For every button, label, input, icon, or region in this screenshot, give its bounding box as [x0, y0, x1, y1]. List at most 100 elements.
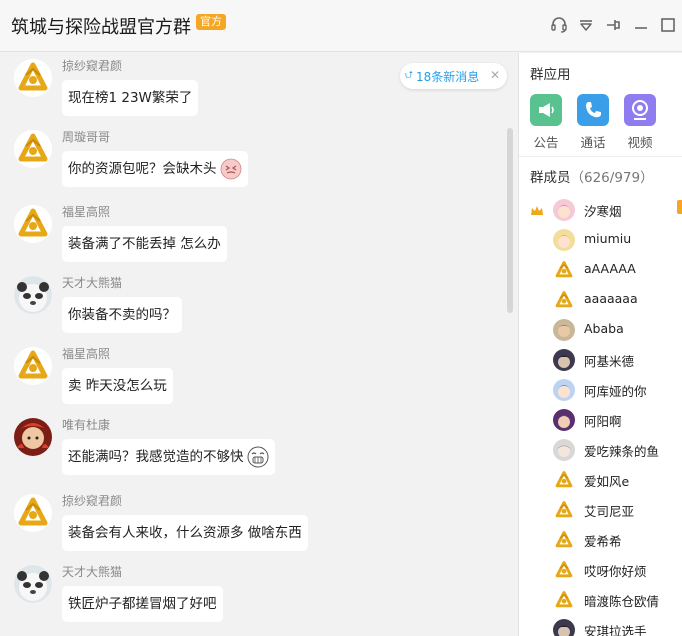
member-item[interactable]: 阿库娅的你	[519, 375, 682, 405]
members-title: 群成员（626/979）	[530, 166, 654, 186]
message-text: 装备会有人来收，什么资源多 做啥东西	[68, 525, 302, 541]
message-item: 福星高照 卖 昨天没怎么玩	[0, 345, 500, 415]
blue-girl-avatar	[553, 379, 575, 401]
sender-name[interactable]: 天才大熊猫	[62, 563, 122, 580]
member-item[interactable]: miumiu	[519, 225, 682, 255]
message-bubble: 铁匠炉子都搓冒烟了好吧	[62, 586, 223, 622]
member-name: Ababa	[584, 321, 624, 336]
member-item[interactable]: 暗渡陈仓欧倩	[519, 585, 682, 615]
gold-logo-avatar[interactable]	[14, 494, 52, 532]
member-name: 暗渡陈仓欧倩	[584, 594, 660, 609]
sender-name[interactable]: 唯有杜康	[62, 416, 110, 433]
message-text: 你的资源包呢？会缺木头	[68, 161, 217, 177]
gold-logo-avatar[interactable]	[14, 130, 52, 168]
gold-logo-avatar	[553, 589, 575, 611]
sender-name[interactable]: 福星高照	[62, 345, 110, 362]
group-side-panel: 群应用 公告 通话 视频 群成员（626/979） 汐寒烟 miumiu aAA…	[518, 53, 682, 636]
message-item: 天才大熊猫 铁匠炉子都搓冒烟了好吧	[0, 563, 500, 633]
member-name: 阿库娅的你	[584, 384, 647, 399]
member-item[interactable]: 汐寒烟	[519, 195, 682, 225]
purple-hero-avatar	[553, 409, 575, 431]
message-text: 现在榜1 23W繁荣了	[68, 90, 193, 106]
member-name: aaaaaaa	[584, 291, 638, 306]
minimize-icon[interactable]	[631, 15, 651, 35]
message-item: 天才大熊猫 你装备不卖的吗？	[0, 274, 500, 344]
group-title: 筑城与探险战盟官方群	[11, 17, 191, 38]
member-name: 爱如风e	[584, 474, 630, 489]
app-label: 公告	[533, 135, 559, 150]
warrior-avatar	[553, 319, 575, 341]
member-item[interactable]: aaaaaaa	[519, 285, 682, 315]
sender-name[interactable]: 周璇哥哥	[62, 128, 110, 145]
panda-avatar[interactable]	[14, 565, 52, 603]
message-item: 唯有杜康 还能满吗？我感觉造的不够快	[0, 416, 500, 486]
message-list[interactable]: 掠纱窥君颜 现在榜1 23W繁荣了 周璇哥哥 你的资源包呢？会缺木头 福星高照 …	[0, 53, 518, 636]
members-label: 群成员	[530, 170, 571, 186]
sender-name[interactable]: 掠纱窥君颜	[62, 57, 122, 74]
member-item[interactable]: aAAAAA	[519, 255, 682, 285]
phone-icon	[586, 102, 601, 118]
official-badge: 官方	[196, 14, 226, 30]
member-item[interactable]: 艾司尼亚	[519, 495, 682, 525]
camera-icon	[632, 100, 648, 120]
gold-logo-avatar	[553, 499, 575, 521]
dark-hero-avatar	[553, 349, 575, 371]
member-item[interactable]: 爱希希	[519, 525, 682, 555]
message-bubble: 卖 昨天没怎么玩	[62, 368, 173, 404]
gold-logo-avatar[interactable]	[14, 59, 52, 97]
message-text: 铁匠炉子都搓冒烟了好吧	[68, 596, 217, 612]
apps-title: 群应用	[530, 67, 571, 83]
new-messages-button[interactable]: ⮍ 18条新消息 ✕	[400, 63, 507, 89]
pin-icon[interactable]	[603, 15, 623, 35]
maximize-icon[interactable]	[658, 15, 678, 35]
red-hero-avatar[interactable]	[14, 418, 52, 456]
gold-logo-avatar	[553, 259, 575, 281]
member-item[interactable]: Ababa	[519, 315, 682, 345]
chat-scrollbar[interactable]	[507, 128, 513, 313]
member-name: 爱希希	[584, 534, 622, 549]
gold-logo-avatar[interactable]	[14, 205, 52, 243]
app-label: 视频	[627, 135, 653, 150]
message-bubble: 你的资源包呢？会缺木头	[62, 151, 248, 187]
member-item[interactable]: 阿基米德	[519, 345, 682, 375]
member-name: 哎呀你好烦	[584, 564, 647, 579]
awkward-face-emoji	[220, 158, 242, 180]
gold-logo-avatar	[553, 559, 575, 581]
member-item[interactable]: 爱如风e	[519, 465, 682, 495]
megaphone-icon	[539, 103, 554, 117]
panda-avatar[interactable]	[14, 276, 52, 314]
sender-name[interactable]: 福星高照	[62, 203, 110, 220]
message-bubble: 你装备不卖的吗？	[62, 297, 182, 333]
chat-header: 筑城与探险战盟官方群 官方	[0, 0, 682, 52]
crying-face-emoji	[247, 446, 269, 468]
member-name: miumiu	[584, 231, 632, 246]
video-app-button[interactable]	[624, 94, 656, 126]
collapse-icon[interactable]	[576, 15, 596, 35]
member-item[interactable]: 阿阳啊	[519, 405, 682, 435]
message-bubble: 还能满吗？我感觉造的不够快	[62, 439, 275, 475]
member-item[interactable]: 安琪拉选手	[519, 615, 682, 636]
member-item[interactable]: 哎呀你好烦	[519, 555, 682, 585]
divider	[519, 156, 682, 157]
member-name: 阿阳啊	[584, 414, 622, 429]
pale-avatar	[553, 439, 575, 461]
announcement-app-button[interactable]	[530, 94, 562, 126]
new-messages-label: 18条新消息	[416, 69, 480, 84]
member-name: 安琪拉选手	[584, 624, 647, 636]
sender-name[interactable]: 掠纱窥君颜	[62, 492, 122, 509]
message-text: 还能满吗？我感觉造的不够快	[68, 449, 244, 465]
dark-hero-avatar	[553, 619, 575, 636]
pink-girl-avatar	[553, 199, 575, 221]
headset-icon[interactable]	[549, 15, 569, 35]
crown-icon	[530, 203, 544, 217]
call-app-button[interactable]	[577, 94, 609, 126]
close-icon[interactable]: ✕	[490, 68, 500, 82]
message-text: 卖 昨天没怎么玩	[68, 378, 167, 394]
members-count: （626/979）	[570, 170, 654, 186]
member-name: 爱吃辣条的鱼	[584, 444, 660, 459]
sender-name[interactable]: 天才大熊猫	[62, 274, 122, 291]
message-bubble: 现在榜1 23W繁荣了	[62, 80, 199, 116]
message-bubble: 装备满了不能丢掉 怎么办	[62, 226, 227, 262]
gold-logo-avatar[interactable]	[14, 347, 52, 385]
member-item[interactable]: 爱吃辣条的鱼	[519, 435, 682, 465]
